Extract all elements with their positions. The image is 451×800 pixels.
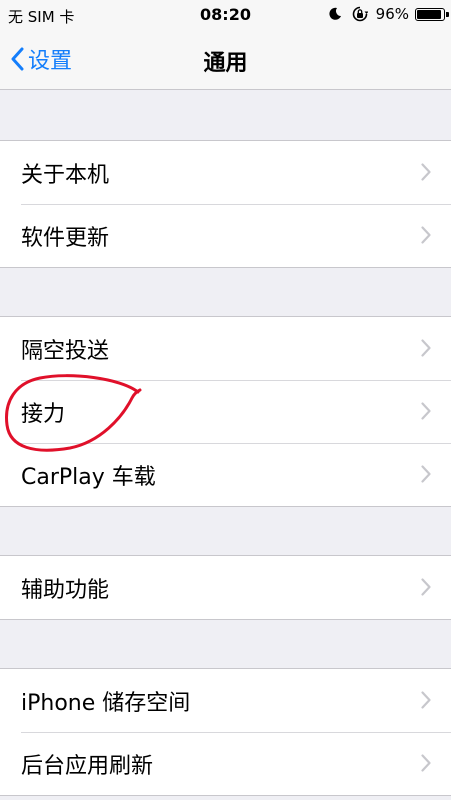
row-airdrop[interactable]: 隔空投送 [0, 317, 451, 380]
battery-percent: 96% [375, 5, 409, 23]
row-label: 辅助功能 [21, 577, 110, 603]
chevron-right-icon [421, 578, 431, 596]
status-bar: 无 SIM 卡 08:20 96% [0, 0, 451, 30]
orientation-lock-icon [352, 6, 368, 22]
settings-group-connectivity: 隔空投送 接力 CarPlay 车载 [0, 316, 451, 507]
page-title: 通用 [203, 51, 248, 76]
row-label: 软件更新 [21, 225, 110, 251]
chevron-right-icon [421, 465, 431, 483]
row-accessibility[interactable]: 辅助功能 [0, 556, 451, 619]
row-about[interactable]: 关于本机 [0, 141, 451, 204]
row-label: 隔空投送 [21, 338, 110, 364]
battery-tip [446, 11, 449, 17]
settings-group-accessibility: 辅助功能 [0, 555, 451, 620]
chevron-right-icon [421, 691, 431, 709]
row-label: 后台应用刷新 [21, 753, 154, 779]
row-iphone-storage[interactable]: iPhone 储存空间 [0, 669, 451, 732]
battery-icon [415, 7, 449, 21]
settings-group-storage: iPhone 储存空间 后台应用刷新 [0, 668, 451, 796]
settings-group-about: 关于本机 软件更新 [0, 140, 451, 268]
chevron-right-icon [421, 226, 431, 244]
navigation-bar: 设置 通用 [0, 30, 451, 90]
chevron-right-icon [421, 754, 431, 772]
row-handoff[interactable]: 接力 [0, 380, 451, 443]
row-label: iPhone 储存空间 [21, 690, 191, 716]
status-right-icons: 96% [328, 5, 449, 23]
chevron-right-icon [421, 163, 431, 181]
battery-fill [417, 9, 441, 19]
chevron-right-icon [421, 402, 431, 420]
row-background-app-refresh[interactable]: 后台应用刷新 [0, 732, 451, 795]
do-not-disturb-moon-icon [329, 7, 341, 20]
chevron-right-icon [421, 339, 431, 357]
row-carplay[interactable]: CarPlay 车载 [0, 443, 451, 506]
row-label: 关于本机 [21, 162, 110, 188]
row-label: CarPlay 车载 [21, 464, 156, 490]
row-software-update[interactable]: 软件更新 [0, 204, 451, 267]
row-label: 接力 [21, 401, 66, 427]
